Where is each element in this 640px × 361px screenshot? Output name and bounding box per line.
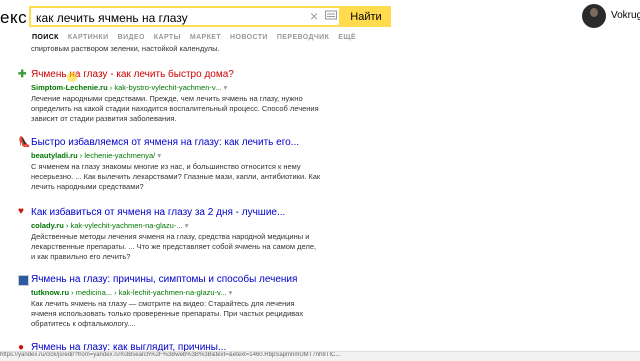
- dropdown-arrow-icon[interactable]: ▾: [157, 151, 161, 160]
- result-path[interactable]: › kak-vylechit-yachmen-na-glazu-...: [66, 221, 183, 230]
- tab-maps[interactable]: КАРТЫ: [154, 34, 181, 44]
- result-snippet: Лечение народными средствами. Прежде, че…: [31, 94, 319, 123]
- shoe-icon: 👠: [18, 137, 31, 148]
- tab-market[interactable]: МАРКЕТ: [190, 34, 221, 44]
- tab-more[interactable]: ЕЩЁ: [338, 34, 356, 44]
- result-domain[interactable]: tutknow.ru: [31, 288, 69, 297]
- result-url[interactable]: beautyladi.ru › lechenie-yachmenya/ ▾: [31, 151, 161, 160]
- result-snippet: Как лечить ячмень на глазу — смотрите на…: [31, 299, 304, 328]
- result-title[interactable]: Быстро избавляемся от ячменя на глазу: к…: [31, 137, 299, 148]
- result-domain[interactable]: beautyladi.ru: [31, 151, 78, 160]
- username[interactable]: VokrugO: [611, 10, 640, 21]
- heart-icon: ♥: [18, 206, 24, 217]
- result-path[interactable]: › kak-bystro-vylechit-yachmen-v...: [110, 83, 222, 92]
- result-title[interactable]: Как избавиться от ячменя на глазу за 2 д…: [31, 207, 285, 218]
- tab-video[interactable]: ВИДЕО: [118, 34, 145, 44]
- avatar[interactable]: [582, 4, 606, 28]
- clear-icon[interactable]: ×: [310, 8, 318, 24]
- search-input[interactable]: [36, 10, 306, 25]
- dropdown-arrow-icon[interactable]: ▾: [185, 221, 189, 230]
- previous-result-snippet: спиртовым раствором зеленки, настойкой к…: [31, 44, 220, 53]
- result-url[interactable]: colady.ru › kak-vylechit-yachmen-na-glaz…: [31, 221, 188, 230]
- mouse-cursor: [67, 72, 77, 82]
- result-domain[interactable]: Simptom-Lechenie.ru: [31, 83, 108, 92]
- yandex-logo[interactable]: екс: [0, 8, 27, 28]
- tab-search[interactable]: ПОИСК: [32, 34, 59, 44]
- dropdown-arrow-icon[interactable]: ▾: [229, 288, 233, 297]
- green-cross-icon: ✚: [18, 69, 27, 80]
- tab-news[interactable]: НОВОСТИ: [230, 34, 268, 44]
- result-path[interactable]: › lechenie-yachmenya/: [80, 151, 155, 160]
- dropdown-arrow-icon[interactable]: ▾: [223, 83, 227, 92]
- result-snippet: С ячменем на глазу знакомы многие из нас…: [31, 162, 321, 191]
- result-url[interactable]: tutknow.ru › medicina... › kak-lechit-ya…: [31, 288, 232, 297]
- result-domain[interactable]: colady.ru: [31, 221, 64, 230]
- tab-translator[interactable]: ПЕРЕВОДЧИК: [277, 34, 329, 44]
- tutknow-icon: [18, 275, 29, 286]
- search-box[interactable]: [29, 6, 341, 27]
- search-tabs: ПОИСК КАРТИНКИ ВИДЕО КАРТЫ МАРКЕТ НОВОСТ…: [32, 34, 365, 44]
- search-button[interactable]: Найти: [341, 6, 391, 27]
- keyboard-icon[interactable]: [325, 10, 337, 20]
- header: екс × Найти VokrugO: [0, 0, 640, 33]
- result-title[interactable]: Ячмень на глазу - как лечить быстро дома…: [31, 69, 234, 80]
- result-url[interactable]: Simptom-Lechenie.ru › kak-bystro-vylechi…: [31, 83, 227, 92]
- result-title[interactable]: Ячмень на глазу: причины, симптомы и спо…: [31, 274, 297, 285]
- tab-images[interactable]: КАРТИНКИ: [68, 34, 109, 44]
- result-path[interactable]: › medicina... › kak-lechit-yachmen-na-gl…: [71, 288, 226, 297]
- result-snippet: Действенные методы лечения ячменя на гла…: [31, 232, 317, 261]
